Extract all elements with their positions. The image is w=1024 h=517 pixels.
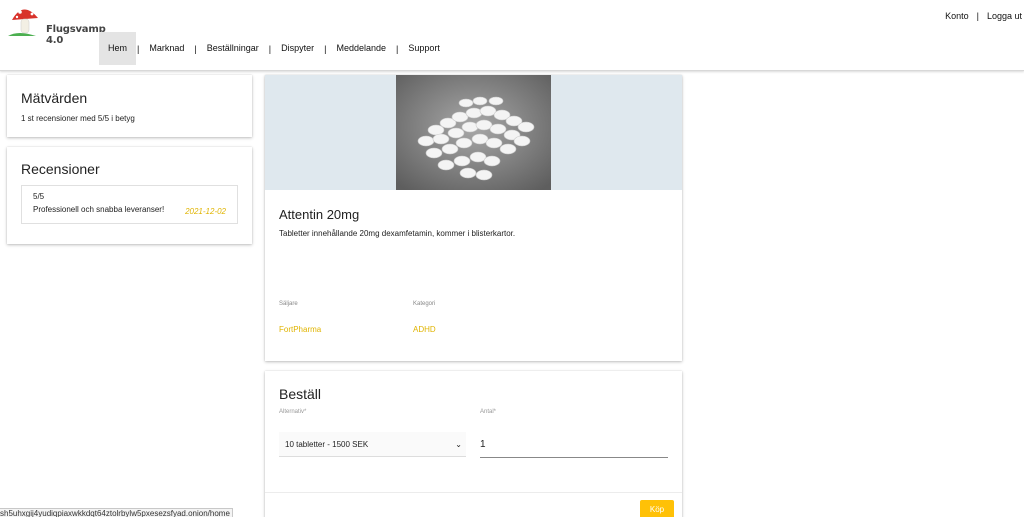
pills-image-icon xyxy=(396,75,551,190)
nav-item-messages[interactable]: Meddelande xyxy=(327,32,395,65)
metrics-card: Mätvärden 1 st recensioner med 5/5 i bet… xyxy=(7,75,252,137)
review-item: 5/5 Professionell och snabba leveranser!… xyxy=(21,185,238,224)
link-separator: | xyxy=(976,11,979,21)
option-select-value: 10 tabletter - 1500 SEK xyxy=(285,440,369,449)
logout-link[interactable]: Logga ut xyxy=(987,11,1022,21)
nav-item-support[interactable]: Support xyxy=(399,32,449,65)
chevron-down-icon: ⌄ xyxy=(455,440,462,449)
top-header: Flugsvamp 4.0 Konto | Logga ut Hem | Markn… xyxy=(0,0,1024,71)
order-card: Beställ Alternativ* Antal* 10 tabletter … xyxy=(265,371,682,517)
review-rating: 5/5 xyxy=(33,192,45,201)
white-pills-photo xyxy=(396,75,551,190)
order-title: Beställ xyxy=(279,386,322,402)
account-links: Konto | Logga ut xyxy=(945,11,1022,21)
nav-item-disputes[interactable]: Dispyter xyxy=(272,32,323,65)
status-bar-url: sh5uhxgij4yudiqpiaxwkkdqt64ztolrbylw5pxe… xyxy=(0,508,233,517)
reviews-card: Recensioner 5/5 Professionell och snabba… xyxy=(7,147,252,244)
logo[interactable]: Flugsvamp 4.0 xyxy=(8,2,106,46)
product-title: Attentin 20mg xyxy=(279,207,360,222)
buy-button[interactable]: Köp xyxy=(640,500,674,517)
main-nav: Hem | Marknad | Beställningar | Dispyter… xyxy=(99,32,449,65)
option-select[interactable]: 10 tabletter - 1500 SEK ⌄ xyxy=(279,432,466,457)
product-description: Tabletter innehållande 20mg dexamfetamin… xyxy=(279,229,516,238)
nav-item-home[interactable]: Hem xyxy=(99,32,137,65)
review-date: 2021-12-02 xyxy=(185,207,226,216)
product-card: Attentin 20mg Tabletter innehållande 20m… xyxy=(265,75,682,361)
category-link[interactable]: ADHD xyxy=(413,325,436,334)
account-link[interactable]: Konto xyxy=(945,11,969,21)
seller-link[interactable]: FortPharma xyxy=(279,325,321,334)
quantity-label: Antal* xyxy=(480,409,497,415)
nav-item-orders[interactable]: Beställningar xyxy=(198,32,268,65)
product-image-area xyxy=(265,75,682,190)
divider xyxy=(265,492,682,493)
product-body: Attentin 20mg Tabletter innehållande 20m… xyxy=(279,207,669,238)
metrics-summary: 1 st recensioner med 5/5 i betyg xyxy=(21,114,135,123)
nav-item-market[interactable]: Marknad xyxy=(140,32,193,65)
category-label: Kategori xyxy=(413,301,436,307)
reviews-title: Recensioner xyxy=(21,161,100,177)
option-label: Alternativ* xyxy=(279,409,307,415)
metrics-title: Mätvärden xyxy=(21,90,88,106)
seller-label: Säljare xyxy=(279,301,298,307)
quantity-input[interactable]: 1 xyxy=(480,432,668,458)
logo-text: Flugsvamp 4.0 xyxy=(46,24,106,46)
